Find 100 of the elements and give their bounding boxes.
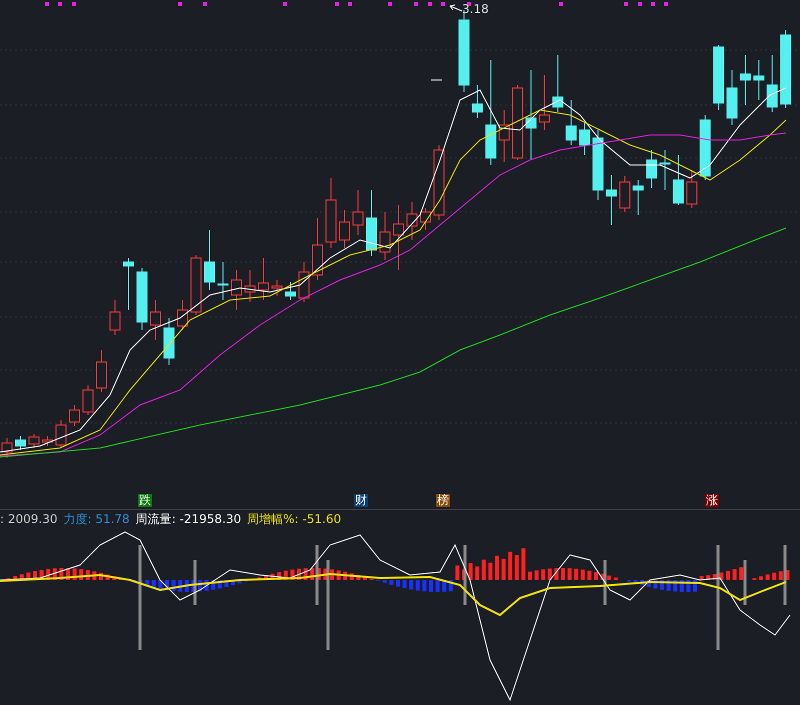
candlestick [96,350,107,392]
negative-histogram-bar [165,580,169,590]
candlestick [726,70,738,126]
negative-histogram-bar [660,580,664,590]
candlestick [740,54,751,106]
candlestick [646,150,658,188]
candlestick [498,110,510,162]
negative-histogram-bar [184,580,189,592]
negative-histogram-bar [204,580,209,591]
spike-bar [464,545,466,605]
candlestick [339,210,350,248]
spike-bar [744,560,746,605]
candlestick [538,74,550,130]
signal-marker: 涨 [705,494,719,507]
candlestick [686,170,698,208]
candlestick [285,282,296,300]
negative-histogram-bar [640,580,644,586]
negative-histogram-bar [673,580,678,592]
candlestick [380,212,390,260]
negative-histogram-bar [429,580,433,592]
negative-histogram-bar [138,580,143,584]
candlestick [204,230,215,290]
arrow-icon [450,4,462,12]
negative-histogram-bar [442,580,446,592]
candlestick [177,300,188,330]
candlestick [272,280,282,296]
candlestick [218,262,228,300]
negative-histogram-bar [158,580,162,590]
spike-bar [784,545,786,605]
candlestick [69,404,80,426]
indicator-reading: 周流量: -21958.30 [136,511,242,527]
candlestick [244,270,256,302]
candlestick [190,254,202,316]
negative-histogram-bar [231,580,235,586]
negative-histogram-bar [686,580,690,592]
indicator-reading: : 2009.30 [0,511,58,527]
negative-histogram-bar [646,580,651,588]
candlestick [566,100,577,146]
candlestick [393,204,404,270]
candlestick [713,44,724,110]
candlestick [15,436,26,450]
signal-marker: 榜 [436,494,450,507]
candlestick [700,114,711,180]
negative-histogram-bar [152,580,156,588]
spike-bar [604,560,606,605]
candlestick [472,84,483,118]
negative-histogram-bar [693,580,697,592]
candlestick [366,190,377,256]
signal-marker: 财 [354,494,368,507]
negative-histogram-bar [132,580,136,582]
negative-histogram-bar [653,580,658,589]
candlestick [136,268,148,330]
negative-histogram-bar [448,580,453,592]
candlestick [632,180,644,216]
candlestick [150,300,161,340]
negative-histogram-bar [680,580,684,592]
negative-histogram-bar [416,580,420,591]
negative-histogram-bar [389,580,394,585]
candlestick [298,262,310,302]
spike-bar [194,560,196,605]
negative-histogram-bar [145,580,150,586]
candlestick [619,176,630,212]
negative-histogram-bar [436,580,440,592]
negative-histogram-bar [634,580,638,584]
negative-histogram-bar [422,580,426,592]
negative-histogram-bar [409,580,414,590]
candlestick [592,130,604,200]
candlestick [326,178,336,248]
candlestick [312,218,323,280]
negative-histogram-bar [238,580,242,584]
negative-histogram-bar [218,580,222,588]
candlestick [672,154,684,206]
candlestick [660,150,670,190]
candlestick [164,318,174,366]
negative-histogram-bar [666,580,671,591]
candlestick [110,300,120,336]
candlestick [753,60,764,100]
negative-histogram-bar [172,580,176,592]
peak-price-label: 3.18 [462,3,489,15]
candlestick [123,258,134,310]
negative-histogram-bar [402,580,407,588]
spike-bar [316,545,318,605]
candlestick [352,190,364,236]
candlestick [552,54,564,112]
candlestick [56,420,66,448]
candlestick [766,54,778,112]
candlestick [82,384,94,416]
candlestick [420,208,431,230]
indicator-reading: 周增幅%: -51.60 [247,511,342,527]
candlestick [42,436,53,446]
candlestick [406,202,418,240]
candlestick [28,434,40,448]
negative-histogram-bar [178,580,182,592]
signal-marker: 跌 [138,494,152,507]
negative-histogram-bar [198,580,202,592]
candlestick [258,258,269,300]
candlestick [606,174,617,226]
negative-histogram-bar [211,580,216,590]
negative-histogram-bar [396,580,400,587]
indicator-reading: 力度: 51.78 [63,511,130,527]
